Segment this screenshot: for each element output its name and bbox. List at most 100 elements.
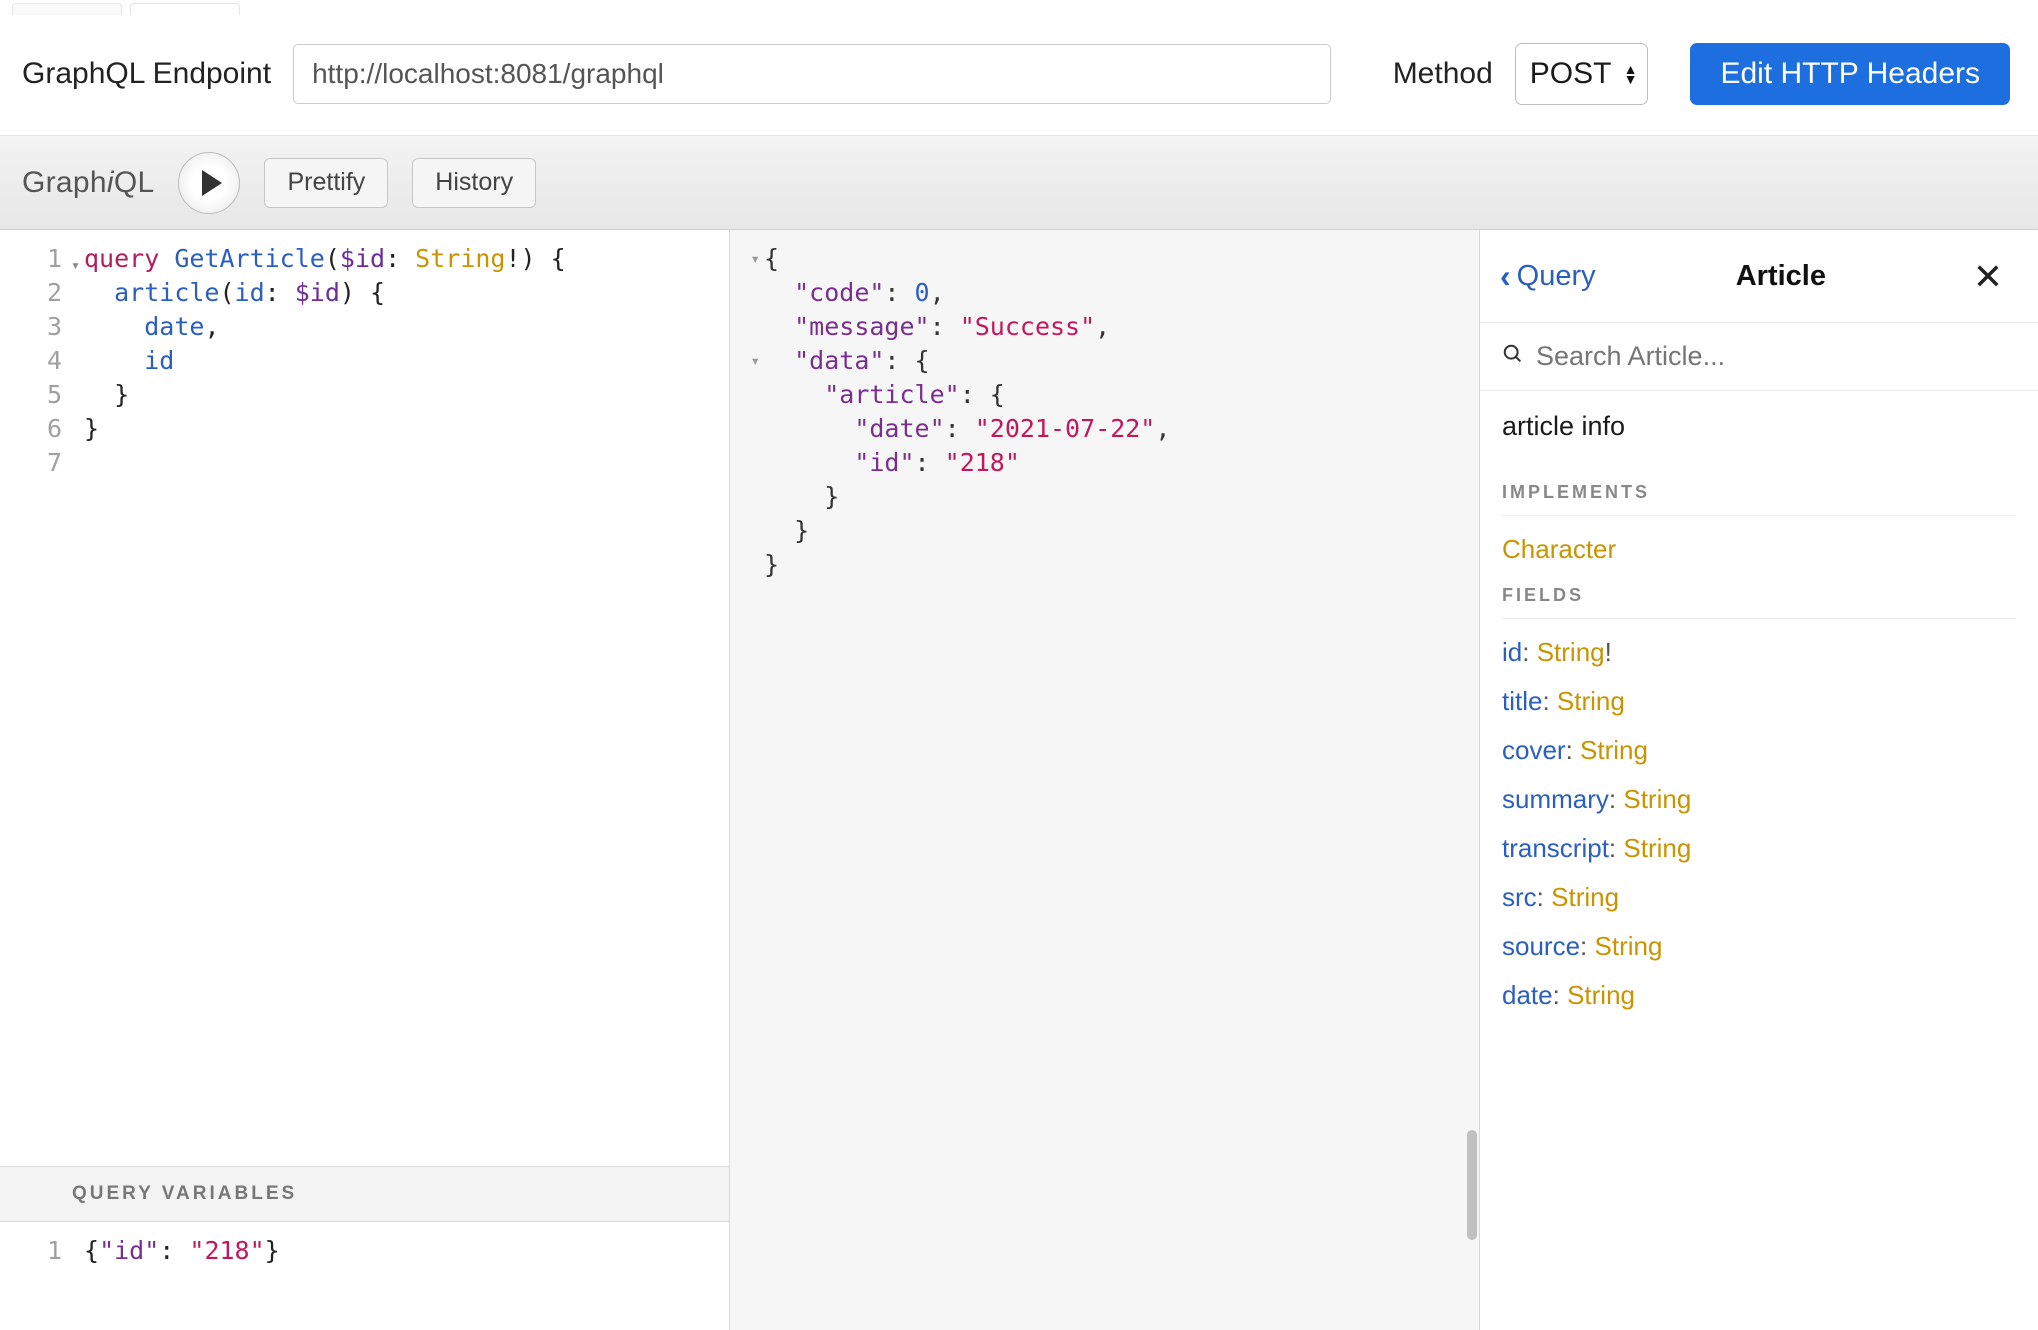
method-value: POST <box>1530 57 1612 91</box>
json-value: "218" <box>189 1236 264 1265</box>
field: article <box>114 278 219 307</box>
field-type[interactable]: String <box>1623 784 1691 814</box>
field-row: id: String! <box>1502 637 2016 668</box>
separator: : <box>1609 784 1623 814</box>
field-type[interactable]: String <box>1580 735 1648 765</box>
title-part: QL <box>114 166 155 200</box>
line-number: 6 <box>0 412 62 446</box>
updown-icon: ▲▼ <box>1624 64 1638 84</box>
history-button[interactable]: History <box>412 158 536 208</box>
field-row: date: String <box>1502 980 2016 1011</box>
line-number: 5 <box>0 378 62 412</box>
doc-content: article info IMPLEMENTS Character FIELDS… <box>1480 391 2038 1049</box>
implements-link[interactable]: Character <box>1502 534 1616 564</box>
arg: id <box>235 278 265 307</box>
field-name[interactable]: transcript <box>1502 833 1609 863</box>
window-tab-strip <box>0 0 2038 15</box>
field-type[interactable]: String <box>1595 931 1663 961</box>
field-row: src: String <box>1502 882 2016 913</box>
json-value: "2021-07-22" <box>975 414 1156 443</box>
field-row: source: String <box>1502 931 2016 962</box>
title-part: i <box>107 166 114 200</box>
doc-search <box>1480 323 2038 391</box>
field-name[interactable]: source <box>1502 931 1580 961</box>
implements-label: IMPLEMENTS <box>1502 482 2016 516</box>
doc-back-button[interactable]: ‹ Query <box>1500 258 1596 295</box>
separator: : <box>1566 735 1580 765</box>
field: id <box>144 346 174 375</box>
doc-header: ‹ Query Article ✕ <box>1480 231 2038 323</box>
json-key: "id" <box>99 1236 159 1265</box>
operation-name: GetArticle <box>174 244 325 273</box>
field-type[interactable]: String <box>1551 882 1619 912</box>
close-icon: ✕ <box>1973 256 2003 298</box>
method-select[interactable]: POST ▲▼ <box>1515 43 1649 105</box>
line-number: 1 <box>0 1234 62 1268</box>
result-json[interactable]: { "code": 0, "message": "Success", "data… <box>760 242 1170 1330</box>
vars-code[interactable]: {"id": "218"} <box>72 1222 288 1330</box>
line-number: 4 <box>0 344 62 378</box>
editor-gutter: 1 2 3 4 5 6 7 <box>0 230 72 1166</box>
execute-button[interactable] <box>178 152 240 214</box>
doc-close-button[interactable]: ✕ <box>1966 255 2010 299</box>
keyword: query <box>84 244 159 273</box>
result-pane: ▾ ▾ { "code": 0, "message": "Success", "… <box>730 230 1480 1330</box>
graphiql-toolbar: GraphiQL Prettify History <box>0 136 2038 230</box>
variable: $id <box>295 278 340 307</box>
json-key: "id" <box>854 448 914 477</box>
query-editor[interactable]: 1 2 3 4 5 6 7 query GetArticle($id: Stri… <box>0 230 729 1166</box>
field-type[interactable]: String <box>1623 833 1691 863</box>
variable: $id <box>340 244 385 273</box>
separator: : <box>1609 833 1623 863</box>
result-fold-gutter: ▾ ▾ <box>730 242 760 1330</box>
field: date <box>144 312 204 341</box>
separator: : <box>1537 882 1551 912</box>
fold-icon[interactable]: ▾ <box>730 242 760 276</box>
json-key: "code" <box>794 278 884 307</box>
field-row: cover: String <box>1502 735 2016 766</box>
line-number: 3 <box>0 310 62 344</box>
window-tab[interactable] <box>12 3 122 15</box>
chevron-left-icon: ‹ <box>1500 258 1511 295</box>
query-variables-editor[interactable]: 1 {"id": "218"} <box>0 1222 729 1330</box>
field-name[interactable]: src <box>1502 882 1537 912</box>
field-name[interactable]: id <box>1502 637 1522 667</box>
doc-description: article info <box>1502 411 2016 442</box>
separator: : <box>1542 686 1556 716</box>
edit-http-headers-button[interactable]: Edit HTTP Headers <box>1690 43 2010 105</box>
field-name[interactable]: title <box>1502 686 1542 716</box>
vars-gutter: 1 <box>0 1222 72 1330</box>
query-variables-toggle[interactable]: QUERY VARIABLES <box>0 1166 729 1222</box>
separator: : <box>1580 931 1594 961</box>
window-tab-active[interactable] <box>130 3 240 15</box>
field-type[interactable]: String <box>1557 686 1625 716</box>
json-key: "message" <box>794 312 929 341</box>
line-number: 2 <box>0 276 62 310</box>
prettify-button[interactable]: Prettify <box>264 158 388 208</box>
method-label: Method <box>1393 57 1493 91</box>
field-type[interactable]: String <box>1537 637 1605 667</box>
field-type[interactable]: String <box>1567 980 1635 1010</box>
fields-list: id: String!title: Stringcover: Stringsum… <box>1502 637 2016 1011</box>
graphiql-title: GraphiQL <box>22 166 154 200</box>
doc-title: Article <box>1736 260 1826 293</box>
json-key: "date" <box>854 414 944 443</box>
doc-back-label: Query <box>1517 260 1596 293</box>
type: String <box>415 244 505 273</box>
field-row: summary: String <box>1502 784 2016 815</box>
endpoint-input[interactable] <box>293 44 1331 104</box>
field-name[interactable]: date <box>1502 980 1553 1010</box>
search-icon <box>1502 341 1524 372</box>
endpoint-bar: GraphQL Endpoint Method POST ▲▼ Edit HTT… <box>0 15 2038 136</box>
field-name[interactable]: cover <box>1502 735 1566 765</box>
endpoint-label: GraphQL Endpoint <box>22 57 271 91</box>
fold-icon[interactable]: ▾ <box>730 344 760 378</box>
json-value: 0 <box>915 278 930 307</box>
scrollbar[interactable] <box>1467 1130 1477 1240</box>
main-area: 1 2 3 4 5 6 7 query GetArticle($id: Stri… <box>0 230 2038 1330</box>
query-code[interactable]: query GetArticle($id: String!) { article… <box>72 230 574 1166</box>
json-value: "218" <box>945 448 1020 477</box>
doc-search-input[interactable] <box>1536 341 2016 372</box>
field-name[interactable]: summary <box>1502 784 1609 814</box>
title-part: Graph <box>22 166 107 200</box>
